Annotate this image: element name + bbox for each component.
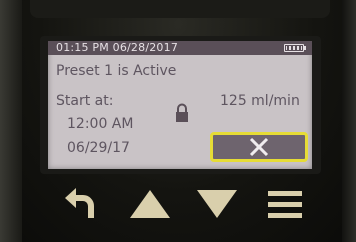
- status-bar: 01:15 PM 06/28/2017: [48, 41, 312, 55]
- battery-icon: [284, 44, 306, 52]
- datetime-label: 01:15 PM 06/28/2017: [56, 41, 179, 54]
- navigation-buttons: [0, 172, 356, 242]
- display-screen: 01:15 PM 06/28/2017 Preset 1 is Active S…: [48, 41, 312, 169]
- up-arrow-icon: [130, 190, 170, 218]
- cancel-button[interactable]: [210, 132, 308, 162]
- start-at-label: Start at:: [56, 93, 114, 109]
- down-arrow-icon: [197, 190, 237, 218]
- back-arrow-icon: [65, 188, 94, 218]
- back-button[interactable]: [56, 180, 106, 228]
- device-body: 01:15 PM 06/28/2017 Preset 1 is Active S…: [0, 0, 356, 242]
- close-icon: [249, 137, 269, 157]
- preset-status-text: Preset 1 is Active: [56, 63, 177, 79]
- lock-icon: [176, 103, 188, 122]
- start-date-value: 06/29/17: [67, 140, 130, 156]
- up-button[interactable]: [125, 180, 175, 228]
- flow-rate-value: 125 ml/min: [220, 93, 300, 109]
- menu-icon: [268, 191, 302, 218]
- down-button[interactable]: [192, 180, 242, 228]
- menu-button[interactable]: [260, 180, 310, 228]
- device-top-edge: [30, 0, 330, 18]
- start-time-value: 12:00 AM: [67, 116, 134, 132]
